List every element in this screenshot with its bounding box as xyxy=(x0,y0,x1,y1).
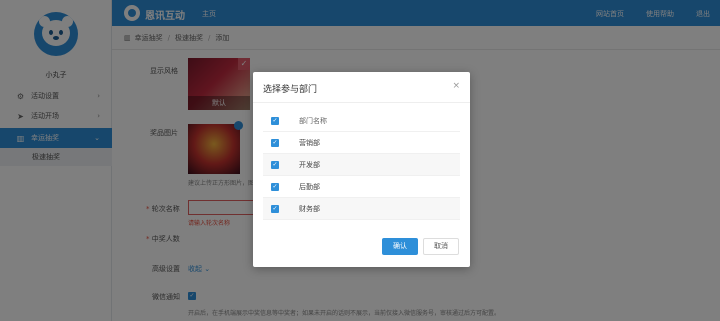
department-name: 财务部 xyxy=(299,204,320,213)
department-row[interactable]: ✓ 营销部 xyxy=(263,132,460,154)
select-all-checkbox[interactable]: ✓ xyxy=(271,116,279,125)
department-row[interactable]: ✓ 后勤部 xyxy=(263,176,460,198)
department-name: 开发部 xyxy=(299,160,320,169)
cancel-button[interactable]: 取消 xyxy=(423,238,459,255)
modal-title: 选择参与部门 xyxy=(263,85,318,95)
department-checkbox[interactable]: ✓ xyxy=(271,182,279,191)
department-name: 营销部 xyxy=(299,138,320,147)
close-icon[interactable]: × xyxy=(452,81,460,91)
modal-divider xyxy=(253,102,470,103)
department-name-header: 部门名称 xyxy=(299,116,327,125)
department-name: 后勤部 xyxy=(299,182,320,191)
department-row[interactable]: ✓ 开发部 xyxy=(263,154,460,176)
department-row[interactable]: ✓ 财务部 xyxy=(263,198,460,220)
department-checkbox[interactable]: ✓ xyxy=(271,138,279,147)
department-checkbox[interactable]: ✓ xyxy=(271,160,279,169)
department-checkbox[interactable]: ✓ xyxy=(271,204,279,213)
confirm-button[interactable]: 确认 xyxy=(382,238,418,255)
department-table-header: ✓ 部门名称 xyxy=(263,110,460,132)
